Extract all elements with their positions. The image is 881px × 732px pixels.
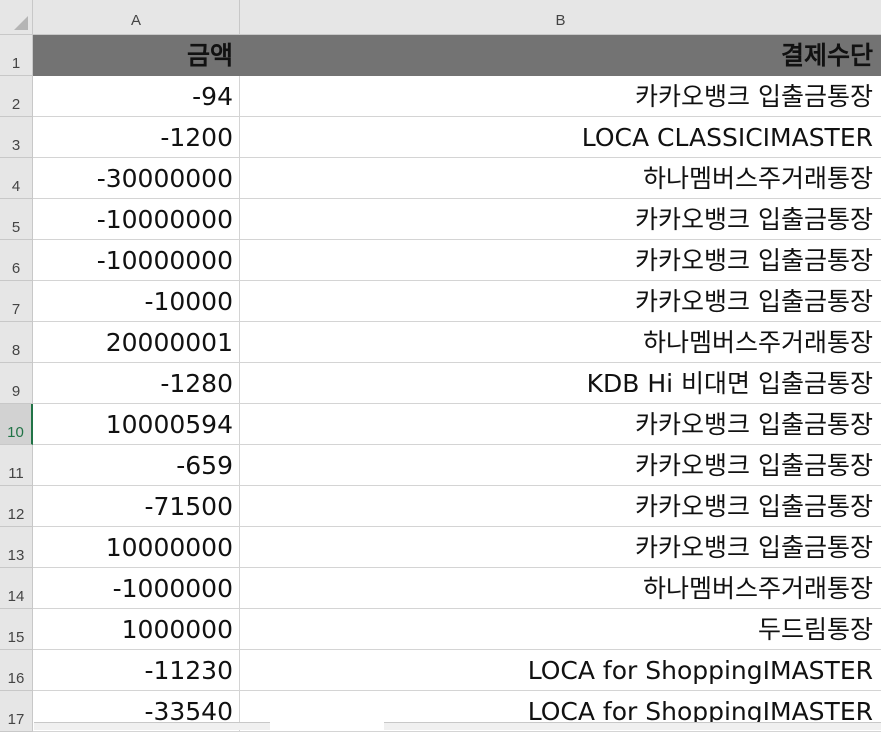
row-header[interactable]: 2 [0, 76, 33, 117]
table-row: 8 20000001 하나멤버스주거래통장 [0, 322, 881, 363]
table-row: 5 -10000000 카카오뱅크 입출금통장 [0, 199, 881, 240]
column-header-a[interactable]: A [33, 0, 240, 35]
table-row: 4 -30000000 하나멤버스주거래통장 [0, 158, 881, 199]
cell-method[interactable]: 카카오뱅크 입출금통장 [240, 240, 881, 281]
cell-amount[interactable]: -659 [33, 445, 240, 486]
cell-amount[interactable]: -10000 [33, 281, 240, 322]
table-row: 16 -11230 LOCA for ShoppingIMASTER [0, 650, 881, 691]
table-row: 14 -1000000 하나멤버스주거래통장 [0, 568, 881, 609]
cell-method[interactable]: 카카오뱅크 입출금통장 [240, 404, 881, 445]
cell-method[interactable]: 카카오뱅크 입출금통장 [240, 445, 881, 486]
spreadsheet: A B 1 금액 결제수단 2 -94 카카오뱅크 입출금통장 3 -1200 … [0, 0, 881, 732]
table-row: 15 1000000 두드림통장 [0, 609, 881, 650]
cell-method[interactable]: LOCA CLASSICIMASTER [240, 117, 881, 158]
cell-grid: 1 금액 결제수단 2 -94 카카오뱅크 입출금통장 3 -1200 LOCA… [0, 35, 881, 732]
row-header[interactable]: 4 [0, 158, 33, 199]
column-header-b[interactable]: B [240, 0, 881, 35]
table-row: 11 -659 카카오뱅크 입출금통장 [0, 445, 881, 486]
cell-amount[interactable]: -1000000 [33, 568, 240, 609]
header-cell-amount[interactable]: 금액 [33, 35, 240, 76]
table-row: 2 -94 카카오뱅크 입출금통장 [0, 76, 881, 117]
row-header[interactable]: 5 [0, 199, 33, 240]
table-row: 3 -1200 LOCA CLASSICIMASTER [0, 117, 881, 158]
row-header[interactable]: 14 [0, 568, 33, 609]
select-all-button[interactable] [0, 0, 33, 35]
cell-method[interactable]: KDB Hi 비대면 입출금통장 [240, 363, 881, 404]
select-all-triangle-icon [14, 16, 28, 30]
cell-amount[interactable]: 1000000 [33, 609, 240, 650]
row-header[interactable]: 11 [0, 445, 33, 486]
row-header[interactable]: 6 [0, 240, 33, 281]
cell-amount[interactable]: -94 [33, 76, 240, 117]
cell-method[interactable]: 두드림통장 [240, 609, 881, 650]
table-row: 13 10000000 카카오뱅크 입출금통장 [0, 527, 881, 568]
cell-method[interactable]: 카카오뱅크 입출금통장 [240, 486, 881, 527]
row-header[interactable]: 1 [0, 35, 33, 76]
row-header[interactable]: 13 [0, 527, 33, 568]
cell-method[interactable]: 카카오뱅크 입출금통장 [240, 199, 881, 240]
header-cell-method[interactable]: 결제수단 [240, 35, 881, 76]
cell-amount[interactable]: 10000594 [33, 404, 240, 445]
cell-method[interactable]: 카카오뱅크 입출금통장 [240, 76, 881, 117]
cell-amount[interactable]: 20000001 [33, 322, 240, 363]
row-header[interactable]: 3 [0, 117, 33, 158]
cell-method[interactable]: 하나멤버스주거래통장 [240, 322, 881, 363]
table-header-row: 1 금액 결제수단 [0, 35, 881, 76]
cell-amount[interactable]: -1200 [33, 117, 240, 158]
cell-amount[interactable]: -11230 [33, 650, 240, 691]
table-row: 10 10000594 카카오뱅크 입출금통장 [0, 404, 881, 445]
table-row: 6 -10000000 카카오뱅크 입출금통장 [0, 240, 881, 281]
table-row: 9 -1280 KDB Hi 비대면 입출금통장 [0, 363, 881, 404]
row-header[interactable]: 7 [0, 281, 33, 322]
cell-method[interactable]: 카카오뱅크 입출금통장 [240, 527, 881, 568]
table-row: 7 -10000 카카오뱅크 입출금통장 [0, 281, 881, 322]
cell-method[interactable]: LOCA for ShoppingIMASTER [240, 650, 881, 691]
cell-method[interactable]: 하나멤버스주거래통장 [240, 158, 881, 199]
row-header[interactable]: 17 [0, 691, 33, 732]
cell-amount[interactable]: -1280 [33, 363, 240, 404]
row-header[interactable]: 12 [0, 486, 33, 527]
cell-method[interactable]: 하나멤버스주거래통장 [240, 568, 881, 609]
cell-amount[interactable]: -30000000 [33, 158, 240, 199]
cell-amount[interactable]: -10000000 [33, 199, 240, 240]
row-header[interactable]: 9 [0, 363, 33, 404]
cell-amount[interactable]: -71500 [33, 486, 240, 527]
table-row: 12 -71500 카카오뱅크 입출금통장 [0, 486, 881, 527]
row-header[interactable]: 8 [0, 322, 33, 363]
cell-amount[interactable]: 10000000 [33, 527, 240, 568]
row-header[interactable]: 16 [0, 650, 33, 691]
cell-amount[interactable]: -10000000 [33, 240, 240, 281]
row-header[interactable]: 15 [0, 609, 33, 650]
cell-method[interactable]: 카카오뱅크 입출금통장 [240, 281, 881, 322]
row-header[interactable]: 10 [0, 404, 33, 445]
